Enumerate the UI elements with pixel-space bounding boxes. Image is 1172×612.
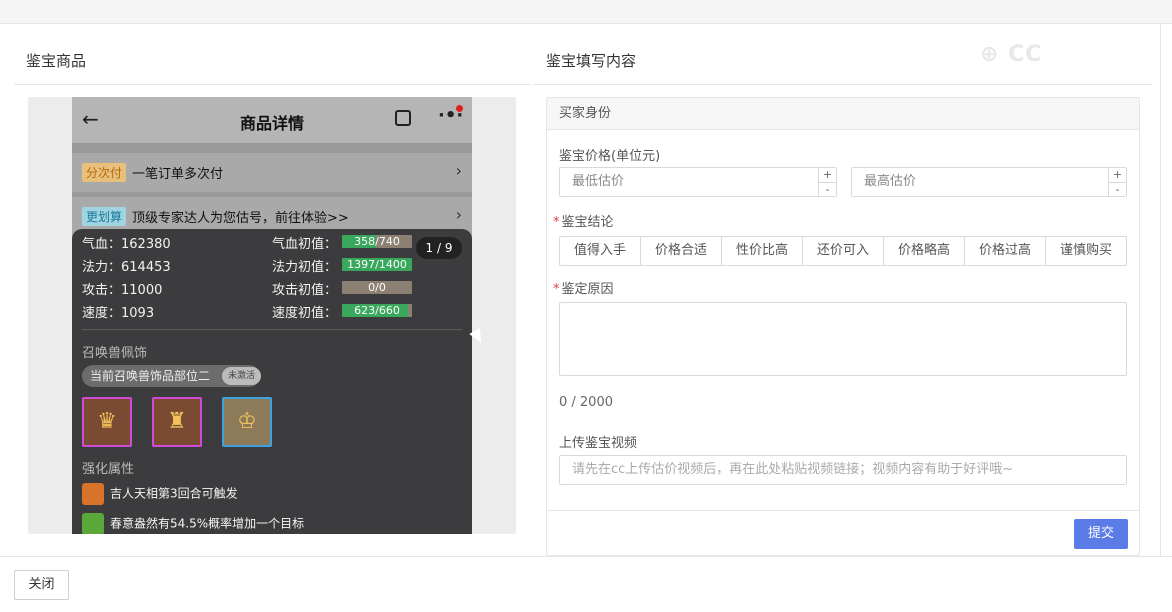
video-link-placeholder: 请先在cc上传估价视频后，再在此处粘贴视频链接；视频内容有助于好评哦~ <box>572 462 1014 477</box>
skill-2-text: 春意盎然有54.5%概率增加一个目标 <box>110 516 305 531</box>
spd-stat: 速度：1093 <box>82 306 155 321</box>
hp-stat: 气血：162380 <box>82 237 171 252</box>
skill-1-text: 吉人天相第3回合可触发 <box>110 486 238 501</box>
atk-init-label: 攻击初值： <box>272 283 338 298</box>
phone-title: 商品详情 <box>239 114 304 133</box>
skill-row-1: 吉人天相第3回合可触发 <box>82 483 238 507</box>
reason-char-count: 0 / 2000 <box>559 395 613 410</box>
skill-row-2: 春意盎然有54.5%概率增加一个目标 <box>82 513 304 534</box>
share-icon <box>395 110 411 126</box>
max-price-placeholder: 最高估价 <box>864 174 917 189</box>
chevron-right-icon: › <box>455 205 462 224</box>
installment-row: 分次付 一笔订单多次付 › <box>72 153 472 193</box>
min-price-stepper[interactable]: + - <box>818 168 836 196</box>
promo-text: 顶级专家达人为您估号，前往体验>> <box>132 211 349 226</box>
min-price-input[interactable]: 最低估价 + - <box>559 167 837 197</box>
phone-header: ← 商品详情 ·•· <box>72 97 472 143</box>
video-label: 上传鉴宝视频 <box>559 436 638 451</box>
right-section-title: 鉴宝填写内容 <box>546 52 637 70</box>
mp-init-label: 法力初值： <box>272 260 338 275</box>
conclusion-option[interactable]: 价格合适 <box>641 237 722 265</box>
installment-tag: 分次付 <box>82 163 127 182</box>
reason-textarea[interactable] <box>559 302 1127 376</box>
form-footer-divider <box>547 510 1139 511</box>
spd-init-bar: 623/660 <box>342 304 412 317</box>
conclusion-option[interactable]: 价格过高 <box>965 237 1046 265</box>
right-edge-panel <box>1160 24 1172 556</box>
conclusion-option[interactable]: 谨慎购买 <box>1046 237 1126 265</box>
image-counter: 1 / 9 <box>416 237 462 259</box>
ornament-item-3-icon: ♔ <box>222 397 272 447</box>
cc-watermark-logo: ⊕ CC <box>980 42 1043 67</box>
skill-2-icon <box>82 513 104 534</box>
min-price-increment-button[interactable]: + <box>819 168 836 182</box>
max-price-input[interactable]: 最高估价 + - <box>851 167 1127 197</box>
conclusion-option[interactable]: 性价比高 <box>722 237 803 265</box>
product-preview-screenshot: ← 商品详情 ·•· 分次付 一笔订单多次付 › 更划算 顶级专家达人为您估号，… <box>72 97 472 534</box>
hp-init-label: 气血初值： <box>272 237 338 252</box>
enhance-title: 强化属性 <box>82 462 135 477</box>
atk-init-bar: 0/0 <box>342 281 412 294</box>
close-button[interactable]: 关闭 <box>14 570 69 600</box>
hp-init-bar: 358/740 <box>342 235 412 248</box>
atk-stat: 攻击：11000 <box>82 283 163 298</box>
pet-stats-overlay: 1 / 9 气血：162380 法力：614453 攻击：11000 速度：10… <box>72 229 472 534</box>
ornament-title: 召唤兽佩饰 <box>82 346 148 361</box>
appraisal-form: 买家身份 鉴宝价格(单位元) 最低估价 + - 最高估价 + - * 鉴宝结论 值… <box>546 97 1140 556</box>
conclusion-label: * 鉴宝结论 <box>553 215 614 230</box>
reason-label: * 鉴定原因 <box>553 282 614 297</box>
video-link-input[interactable]: 请先在cc上传估价视频后，再在此处粘贴视频链接；视频内容有助于好评哦~ <box>559 455 1127 485</box>
buyer-identity-header: 买家身份 <box>547 98 1139 130</box>
submit-button[interactable]: 提交 <box>1074 519 1128 549</box>
notification-dot <box>456 105 463 112</box>
conclusion-option[interactable]: 值得入手 <box>560 237 641 265</box>
right-title-divider <box>532 84 1152 85</box>
min-price-decrement-button[interactable]: - <box>819 182 836 196</box>
conclusion-option[interactable]: 价格略高 <box>884 237 965 265</box>
promo-tag: 更划算 <box>82 207 127 226</box>
price-label: 鉴宝价格(单位元) <box>559 149 661 164</box>
spd-init-label: 速度初值： <box>272 306 338 321</box>
left-title-divider <box>14 84 530 85</box>
left-section-title: 鉴宝商品 <box>26 52 87 70</box>
stats-divider <box>82 329 462 330</box>
skill-1-icon <box>82 483 104 505</box>
ornament-item-1-icon: ♛ <box>82 397 132 447</box>
max-price-decrement-button[interactable]: - <box>1109 182 1126 196</box>
mp-stat: 法力：614453 <box>82 260 171 275</box>
conclusion-options: 值得入手 价格合适 性价比高 还价可入 价格略高 价格过高 谨慎购买 <box>559 236 1127 266</box>
ornament-item-2-icon: ♜ <box>152 397 202 447</box>
max-price-increment-button[interactable]: + <box>1109 168 1126 182</box>
conclusion-option[interactable]: 还价可入 <box>803 237 884 265</box>
chevron-right-icon: › <box>455 161 462 180</box>
min-price-placeholder: 最低估价 <box>572 174 625 189</box>
top-bar <box>0 0 1172 24</box>
footer-divider <box>0 556 1172 557</box>
max-price-stepper[interactable]: + - <box>1108 168 1126 196</box>
not-activated-badge: 未激活 <box>222 367 262 385</box>
installment-text: 一笔订单多次付 <box>132 167 224 182</box>
mp-init-bar: 1397/1400 <box>342 258 412 271</box>
